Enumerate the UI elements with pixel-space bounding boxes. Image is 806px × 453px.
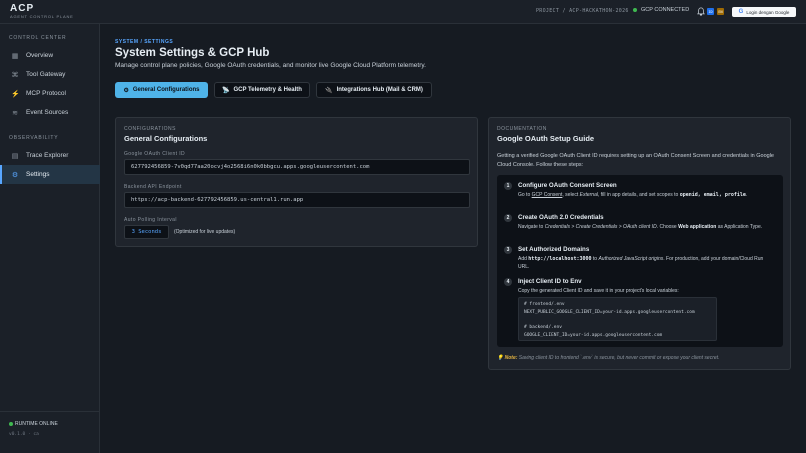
bolt-icon: ⚡ xyxy=(11,90,20,98)
sidebar-item-settings[interactable]: ⚙ Settings xyxy=(0,165,100,184)
steps-list: 1 Configure OAuth Consent Screen Go to G… xyxy=(497,175,783,347)
backend-endpoint-field[interactable]: https://acp-backend-627792456859.us-cent… xyxy=(124,192,470,208)
polling-interval-value[interactable]: 3 Seconds xyxy=(124,225,169,239)
breadcrumb: SYSTEM / SETTINGS xyxy=(115,39,174,45)
step-title: Inject Client ID to Env xyxy=(518,278,582,285)
tab-gcp-telemetry[interactable]: 📡 GCP Telemetry & Health xyxy=(214,82,310,98)
section-label-observability: OBSERVABILITY xyxy=(9,135,59,141)
status-dot xyxy=(9,422,13,426)
doc-card: DOCUMENTATION Google OAuth Setup Guide G… xyxy=(488,117,791,370)
note-label: Note: xyxy=(504,355,518,361)
brand-title: ACP xyxy=(10,3,35,14)
client-id-field[interactable]: 627792456859-7v0qd77aa20ocvj4o2568i6n0k0… xyxy=(124,159,470,175)
status-dot xyxy=(633,8,637,12)
gear-icon: ⚙ xyxy=(123,87,129,94)
step-number: 1 xyxy=(504,182,512,190)
step-title: Configure OAuth Consent Screen xyxy=(518,182,617,189)
lang-en-badge[interactable]: EN xyxy=(717,8,724,15)
note-text: Saving client ID to frontend `.env` is s… xyxy=(518,355,720,361)
step-title: Create OAuth 2.0 Credentials xyxy=(518,214,604,221)
card-title: Google OAuth Setup Guide xyxy=(497,134,595,143)
env-code-block[interactable]: # frontend/.env NEXT_PUBLIC_GOOGLE_CLIEN… xyxy=(518,297,717,341)
waves-icon: ≋ xyxy=(12,109,18,117)
page-title: System Settings & GCP Hub xyxy=(115,47,270,59)
brand-subtitle: AGENT CONTROL PLANE xyxy=(10,14,74,19)
sidebar-footer: RUNTIME ONLINE v0.1.0 · ca xyxy=(0,411,100,453)
google-login-button[interactable]: G Login dengan Google xyxy=(732,7,796,17)
runtime-label: RUNTIME ONLINE xyxy=(15,421,58,427)
security-note: 💡 Note: Saving client ID to frontend `.e… xyxy=(497,355,719,361)
sidebar-item-label: Event Sources xyxy=(26,109,69,116)
sidebar-item-label: Overview xyxy=(26,52,54,59)
bell-icon[interactable] xyxy=(697,7,705,16)
lightbulb-icon: 💡 xyxy=(497,355,504,361)
tab-label: GCP Telemetry & Health xyxy=(233,87,302,93)
section-label-control-center: CONTROL CENTER xyxy=(9,35,67,41)
command-icon: ⌘ xyxy=(11,71,19,79)
config-card: CONFIGURATIONS General Configurations Go… xyxy=(115,117,478,247)
consent-link[interactable]: GCP Consent xyxy=(532,192,563,198)
sidebar-item-event-sources[interactable]: ≋ Event Sources xyxy=(0,103,100,122)
list-icon: ▤ xyxy=(11,152,19,160)
card-eyebrow: CONFIGURATIONS xyxy=(124,126,176,132)
card-title: General Configurations xyxy=(124,134,208,143)
gcp-status-label: GCP CONNECTED xyxy=(641,7,690,13)
plug-icon: 🔌 xyxy=(325,87,333,94)
tab-integrations-hub[interactable]: 🔌 Integrations Hub (Mail & CRM) xyxy=(316,82,432,98)
card-eyebrow: DOCUMENTATION xyxy=(497,126,547,132)
login-label: Login dengan Google xyxy=(746,9,790,15)
satellite-icon: 📡 xyxy=(222,87,230,94)
step-body: Go to GCP Consent, select External, fill… xyxy=(518,192,748,198)
step-body: Copy the generated Client ID and save it… xyxy=(518,288,679,294)
gear-icon: ⚙ xyxy=(11,171,19,179)
sidebar: CONTROL CENTER ▦ Overview ⌘ Tool Gateway… xyxy=(0,24,100,453)
polling-interval-label: Auto Polling Interval xyxy=(124,217,177,223)
sidebar-item-tool-gateway[interactable]: ⌘ Tool Gateway xyxy=(0,65,100,84)
sidebar-item-mcp-protocol[interactable]: ⚡ MCP Protocol xyxy=(0,84,100,103)
google-icon: G xyxy=(738,9,744,15)
step-body: Add http://localhost:3000 to Authorized … xyxy=(518,256,764,270)
sidebar-item-label: MCP Protocol xyxy=(26,90,66,97)
page-description: Manage control plane policies, Google OA… xyxy=(115,62,426,69)
doc-intro: Getting a verified Google OAuth Client I… xyxy=(497,153,774,168)
grid-icon: ▦ xyxy=(11,52,19,60)
sidebar-item-overview[interactable]: ▦ Overview xyxy=(0,46,100,65)
backend-endpoint-label: Backend API Endpoint xyxy=(124,184,182,190)
runtime-status: RUNTIME ONLINE xyxy=(9,421,58,427)
polling-note: (Optimized for live updates) xyxy=(174,229,236,235)
lang-id-badge[interactable]: ID xyxy=(707,8,714,15)
version-label: v0.1.0 · ca xyxy=(9,432,39,437)
sidebar-item-label: Settings xyxy=(26,171,50,178)
step-number: 3 xyxy=(504,246,512,254)
client-id-label: Google OAuth Client ID xyxy=(124,151,186,157)
step-number: 2 xyxy=(504,214,512,222)
top-bar: ACP AGENT CONTROL PLANE PROJECT / ACP-HA… xyxy=(0,0,806,24)
project-breadcrumb: PROJECT / ACP-HACKATHON-2026 xyxy=(536,8,629,14)
step-body: Navigate to Credentials > Create Credent… xyxy=(518,224,763,230)
gcp-status: GCP CONNECTED xyxy=(633,7,689,13)
tab-general-configurations[interactable]: ⚙ General Configurations xyxy=(115,82,208,98)
step-title: Set Authorized Domains xyxy=(518,246,590,253)
sidebar-item-label: Tool Gateway xyxy=(26,71,66,78)
brand-logo[interactable]: ACP AGENT CONTROL PLANE xyxy=(10,3,74,20)
sidebar-item-trace-explorer[interactable]: ▤ Trace Explorer xyxy=(0,146,100,165)
step-number: 4 xyxy=(504,278,512,286)
tab-label: General Configurations xyxy=(132,87,200,93)
sidebar-item-label: Trace Explorer xyxy=(26,152,69,159)
tab-label: Integrations Hub (Mail & CRM) xyxy=(336,87,423,93)
